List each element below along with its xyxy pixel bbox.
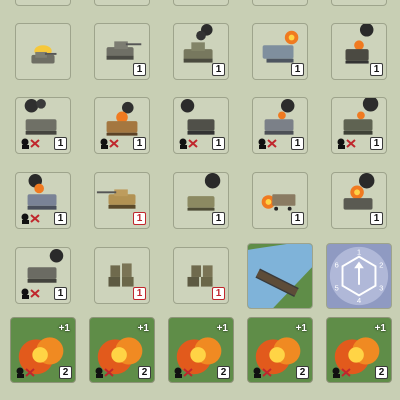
tank-icon (31, 45, 57, 64)
crew-eliminated-icon (332, 367, 351, 378)
counter-value-badge: 1 (291, 63, 304, 76)
dial-number-2: 2 (379, 260, 383, 269)
counter-value-badge: 1 (133, 137, 146, 150)
counter-supply-crates-2[interactable]: 1 (173, 247, 229, 304)
counter-value-badge: 2 (217, 366, 230, 379)
counter-partial (173, 0, 229, 6)
crew-eliminated-icon (21, 213, 40, 224)
counter-value-badge: 2 (296, 366, 309, 379)
counter-partial (94, 0, 150, 6)
counter-fire[interactable]: +1 2 (10, 317, 76, 383)
counter-value-badge: 2 (375, 366, 388, 379)
counter-value-badge: 1 (133, 212, 146, 225)
counter-value-badge: 1 (54, 287, 67, 300)
crew-eliminated-icon (16, 367, 35, 378)
crew-eliminated-icon (253, 367, 272, 378)
counter-value-badge: 1 (291, 212, 304, 225)
dial-number-5: 5 (335, 284, 339, 293)
counter-tank-smoke[interactable]: 1 (173, 23, 229, 80)
fire-modifier: +1 (374, 323, 386, 334)
counter-tank-grey-smoke-crew[interactable]: 1 (252, 97, 308, 154)
counter-tank-dark-burning[interactable]: 1 (331, 23, 387, 80)
counter-fire[interactable]: +1 2 (168, 317, 234, 383)
crew-eliminated-icon (21, 288, 40, 299)
counter-value-badge: 1 (370, 63, 383, 76)
counter-value-badge: 1 (133, 287, 146, 300)
counter-tank-smoke-crew[interactable]: 1 (15, 97, 71, 154)
crew-eliminated-icon (100, 138, 119, 149)
crew-eliminated-icon (337, 138, 356, 149)
counter-value-badge: 1 (370, 212, 383, 225)
fire-modifier: +1 (295, 323, 307, 334)
counter-tank-blue-burning[interactable]: 1 (252, 23, 308, 80)
crew-eliminated-icon (174, 367, 193, 378)
counter-tank-burning-crew[interactable]: 1 (15, 172, 71, 229)
dial-number-4: 4 (357, 296, 362, 305)
counter-spg-burning-crew[interactable]: 1 (94, 97, 150, 154)
crew-eliminated-icon (258, 138, 277, 149)
counter-value-badge: 2 (59, 366, 72, 379)
counter-tank-smoke-crew-2[interactable]: 1 (173, 97, 229, 154)
counter-tank-olive-smoke-crew[interactable]: 1 (331, 97, 387, 154)
counter-tank-smoke-crew-3[interactable]: 1 (15, 247, 71, 304)
counter-supply-crates[interactable]: 1 (94, 247, 150, 304)
crew-eliminated-icon (179, 138, 198, 149)
counter-scatter-hex[interactable]: 1 2 3 4 5 6 (326, 243, 392, 309)
dial-number-6: 6 (335, 260, 339, 269)
counter-halftrack-smoke[interactable]: 1 (173, 172, 229, 229)
counter-value-badge: 1 (133, 63, 146, 76)
dial-number-3: 3 (379, 284, 383, 293)
counter-value-badge: 1 (212, 137, 225, 150)
dial-number-1: 1 (357, 248, 361, 257)
counter-panther[interactable]: 1 (94, 172, 150, 229)
fire-modifier: +1 (137, 323, 149, 334)
counter-value-badge: 1 (212, 63, 225, 76)
counter-fire[interactable]: +1 2 (326, 317, 392, 383)
counter-fire[interactable]: +1 2 (89, 317, 155, 383)
crew-eliminated-icon (95, 367, 114, 378)
counter-partial (331, 0, 387, 6)
crew-eliminated-icon (21, 138, 40, 149)
counter-truck-burning[interactable]: 1 (252, 172, 308, 229)
counter-tank-plain[interactable]: 1 (94, 23, 150, 80)
counter-halftrack-burning[interactable]: 1 (331, 172, 387, 229)
counter-value-badge: 1 (212, 212, 225, 225)
counter-partial (15, 0, 71, 6)
fire-modifier: +1 (216, 323, 228, 334)
bridge-icon (248, 244, 312, 308)
counter-value-badge: 1 (291, 137, 304, 150)
counter-value-badge: 2 (138, 366, 151, 379)
counter-value-badge: 1 (212, 287, 225, 300)
counter-value-badge: 1 (54, 137, 67, 150)
counter-value-badge: 1 (54, 212, 67, 225)
counter-partial (252, 0, 308, 6)
counter-fire[interactable]: +1 2 (247, 317, 313, 383)
counter-bridge[interactable] (247, 243, 313, 309)
counter-tank-burning-small[interactable] (15, 23, 71, 80)
counter-value-badge: 1 (370, 137, 383, 150)
fire-modifier: +1 (58, 323, 70, 334)
scatter-direction-icon: 1 2 3 4 5 6 (329, 246, 389, 305)
